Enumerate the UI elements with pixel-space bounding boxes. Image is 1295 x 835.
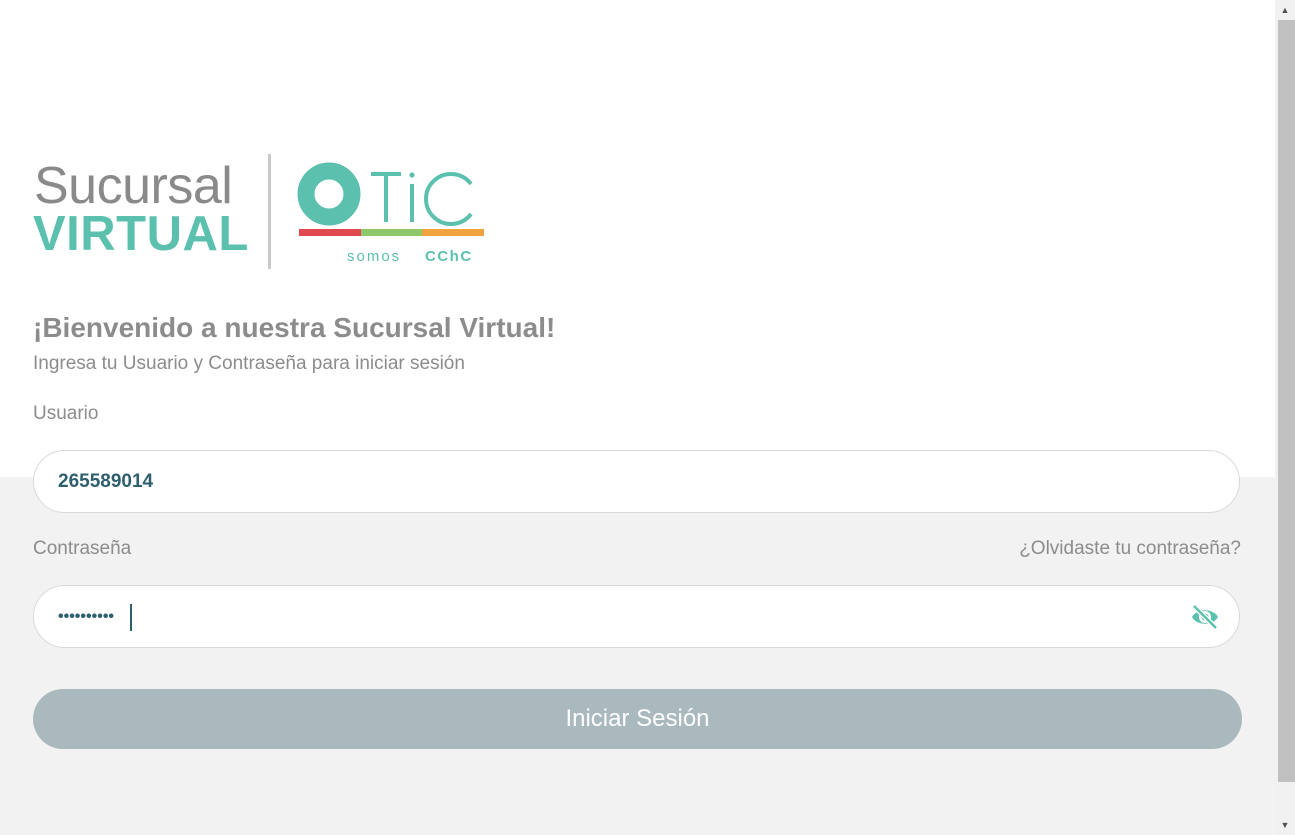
scroll-down-icon[interactable]: ▼ [1275, 815, 1295, 835]
login-button[interactable]: Iniciar Sesión [33, 689, 1242, 749]
scrollbar-thumb[interactable] [1278, 20, 1295, 782]
password-field[interactable] [33, 585, 1240, 648]
tagline-prefix: somos [347, 248, 401, 265]
logo-virtual-text: VIRTUAL [33, 207, 249, 261]
user-field[interactable] [33, 450, 1240, 513]
user-label: Usuario [33, 403, 99, 424]
page-title: ¡Bienvenido a nuestra Sucursal Virtual! [33, 312, 556, 343]
logo-sucursal-text: Sucursal [34, 157, 233, 215]
logo: Sucursal VIRTUAL somos CChC [33, 150, 493, 275]
logo-divider [268, 154, 271, 269]
page-subtitle: Ingresa tu Usuario y Contraseña para ini… [33, 353, 465, 374]
toggle-password-visibility-button[interactable] [1189, 601, 1221, 633]
forgot-password-link[interactable]: ¿Olvidaste tu contraseña? [1019, 538, 1241, 560]
user-input[interactable] [58, 451, 1178, 512]
tagline-bold: CChC [425, 248, 473, 265]
scroll-up-icon[interactable]: ▲ [1275, 0, 1295, 20]
scrollbar[interactable]: ▲ ▼ [1275, 0, 1295, 835]
password-input[interactable] [58, 586, 1178, 647]
text-caret [130, 604, 132, 631]
otic-logo: somos CChC [297, 162, 484, 265]
password-label: Contraseña [33, 538, 132, 559]
eye-off-icon [1192, 604, 1218, 630]
form-background [0, 477, 1275, 835]
